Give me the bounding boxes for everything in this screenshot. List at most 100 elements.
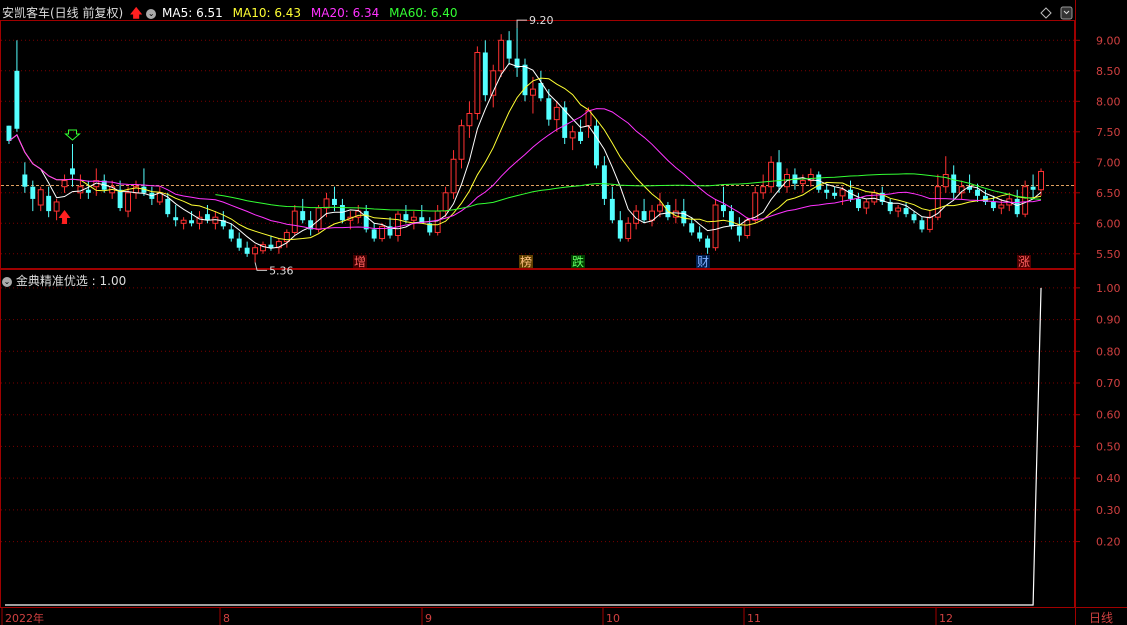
price-tick-label: 5.50: [1096, 248, 1121, 261]
candle-body-up: [529, 88, 536, 96]
candle-body-down: [70, 168, 75, 175]
candle-body-down: [832, 192, 838, 196]
candle-body-down: [728, 211, 734, 227]
candle-body-down: [609, 198, 615, 221]
candle-body-down: [6, 125, 12, 141]
candle-body-down: [22, 174, 28, 187]
candle-body-down: [228, 229, 234, 239]
ma10-value: MA10: 6.43: [232, 6, 302, 20]
candlesticks: [6, 28, 1044, 263]
candle-body-up: [569, 131, 576, 139]
candle-body-up: [395, 213, 401, 236]
candle-body-down: [721, 205, 726, 212]
candle-body-up: [498, 39, 505, 72]
ma20-line: [8, 108, 1042, 230]
candle-body-down: [363, 211, 369, 230]
candle-body-up: [450, 158, 457, 194]
stock-chart[interactable]: 9.20 5.36 增 榜 跌 财 涨 9.00 8.50 8.00 7.50 7.00 6.50 6.…: [0, 0, 1127, 625]
candle-body-up: [942, 174, 949, 188]
candle-body-down: [951, 174, 957, 193]
chevron-down-icon[interactable]: ⌄: [146, 8, 157, 19]
candle-body-up: [657, 204, 663, 212]
indicator-tick-label: 0.80: [1096, 345, 1121, 358]
candle-body-down: [14, 70, 20, 129]
candle-body-up: [442, 192, 449, 212]
price-tick-label: 7.00: [1096, 156, 1121, 169]
candle-body-down: [903, 208, 909, 215]
arrow-up-icon: 🡅: [130, 6, 143, 20]
indicator-tick-label: 0.60: [1096, 409, 1121, 422]
candle-body-up: [863, 201, 870, 209]
candle-body-down: [1014, 198, 1020, 215]
price-tick-label: 6.50: [1096, 187, 1121, 200]
candle-body-down: [268, 244, 274, 248]
period-label: 日线: [1089, 611, 1113, 625]
event-marker-label: 财: [697, 255, 709, 269]
candle-body-up: [998, 204, 1005, 209]
candle-body-down: [506, 40, 512, 59]
high-price-marker: [516, 19, 528, 29]
ma60-value: MA60: 6.40: [389, 6, 458, 20]
candle-body-down: [546, 98, 552, 120]
candle-body-down: [990, 201, 996, 209]
candle-body-down: [236, 238, 242, 248]
candle-body-up: [744, 219, 751, 236]
candle-body-up: [474, 52, 481, 114]
price-tick-label: 8.50: [1096, 65, 1121, 78]
candle-body-down: [855, 198, 861, 209]
window-control-icon[interactable]: [1060, 6, 1073, 20]
candle-body-down: [189, 220, 195, 224]
candle-body-down: [697, 232, 703, 239]
candle-body-up: [760, 186, 767, 194]
price-tick-label: 6.00: [1096, 217, 1121, 230]
price-tick-label: 8.00: [1096, 95, 1121, 108]
stock-title[interactable]: 安凯客车(日线 前复权): [2, 6, 123, 20]
candle-body-up: [458, 125, 465, 160]
diamond-icon[interactable]: [1040, 7, 1052, 19]
candle-body-down: [165, 198, 171, 215]
candle-body-up: [291, 210, 298, 233]
candle-body-up: [125, 192, 132, 212]
candle-body-down: [482, 52, 488, 96]
x-axis-label: 8: [223, 612, 230, 625]
indicator-tick-label: 0.90: [1096, 314, 1121, 327]
event-marker-label: 榜: [520, 254, 532, 269]
candle-body-up: [926, 216, 933, 230]
candle-body-up: [895, 207, 902, 212]
chart-header: 安凯客车(日线 前复权) 🡅 ⌄ MA5: 6.51 MA10: 6.43 MA…: [2, 4, 458, 25]
candle-body-up: [839, 189, 846, 197]
candle-body-up: [934, 186, 941, 218]
candle-body-down: [85, 189, 91, 193]
event-marker-label: 跌: [572, 254, 584, 269]
indicator-panel-frame: [0, 269, 1075, 608]
time-x-axis: 2022年 8 9 10 11 12 日线: [1, 607, 1113, 625]
low-price-label: 5.36: [269, 264, 294, 277]
price-tick-label: 7.50: [1096, 126, 1121, 139]
price-y-axis: 9.00 8.50 8.00 7.50 7.00 6.50 6.00 5.50: [1075, 34, 1121, 261]
candle-body-up: [1038, 170, 1044, 191]
candle-body-up: [799, 180, 806, 185]
candle-body-up: [252, 247, 259, 255]
x-axis-label: 9: [425, 612, 432, 625]
candle-body-down: [300, 211, 306, 221]
candle-body-up: [180, 219, 187, 224]
indicator-tick-label: 0.20: [1096, 536, 1121, 549]
candle-body-down: [816, 174, 822, 190]
candle-body-up: [61, 180, 68, 188]
ma5-value: MA5: 6.51: [162, 6, 223, 20]
indicator-tick-label: 0.50: [1096, 440, 1121, 453]
x-axis-label: 11: [747, 612, 761, 625]
candle-body-down: [641, 211, 647, 221]
candle-body-down: [975, 189, 980, 196]
candle-body-up: [434, 210, 441, 233]
candle-body-down: [46, 195, 52, 212]
candle-body-down: [332, 198, 337, 205]
candle-body-down: [776, 162, 782, 187]
candle-body-up: [53, 201, 60, 212]
x-axis-label: 2022年: [5, 611, 44, 625]
chevron-down-icon[interactable]: ⌄: [2, 276, 12, 287]
candle-body-down: [617, 220, 623, 239]
indicator-title[interactable]: 金典精准优选 : 1.00: [16, 274, 126, 288]
indicator-header: ⌄ 金典精准优选 : 1.00: [2, 272, 126, 289]
indicator-tick-label: 0.40: [1096, 472, 1121, 485]
